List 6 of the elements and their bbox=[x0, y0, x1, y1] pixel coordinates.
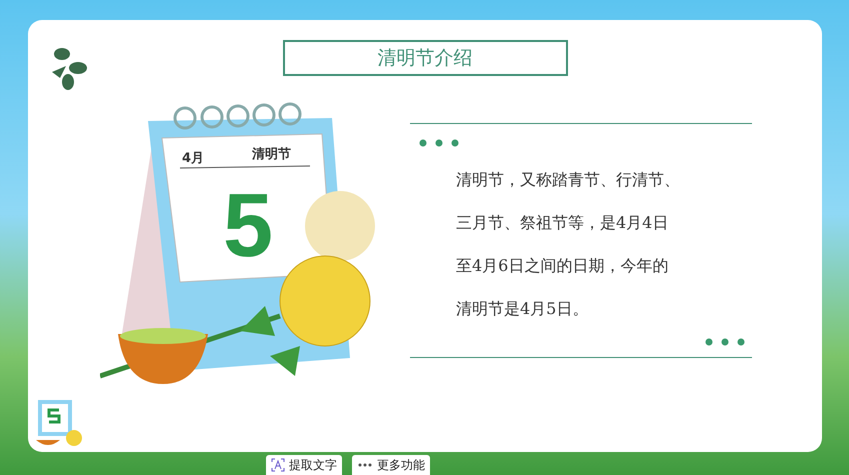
intro-paragraph: 清明节，又称踏青节、行清节、 三月节、祭祖节等，是4月4日 至4月6日之间的日期，今年的 清明节是4月5日。 bbox=[456, 169, 681, 320]
more-icon bbox=[357, 462, 373, 468]
text-scan-icon bbox=[271, 458, 285, 472]
more-button[interactable]: 更多功能 bbox=[352, 455, 430, 475]
extract-text-button[interactable]: 提取文字 bbox=[266, 455, 342, 475]
slide-title: 清明节介绍 bbox=[282, 40, 568, 76]
